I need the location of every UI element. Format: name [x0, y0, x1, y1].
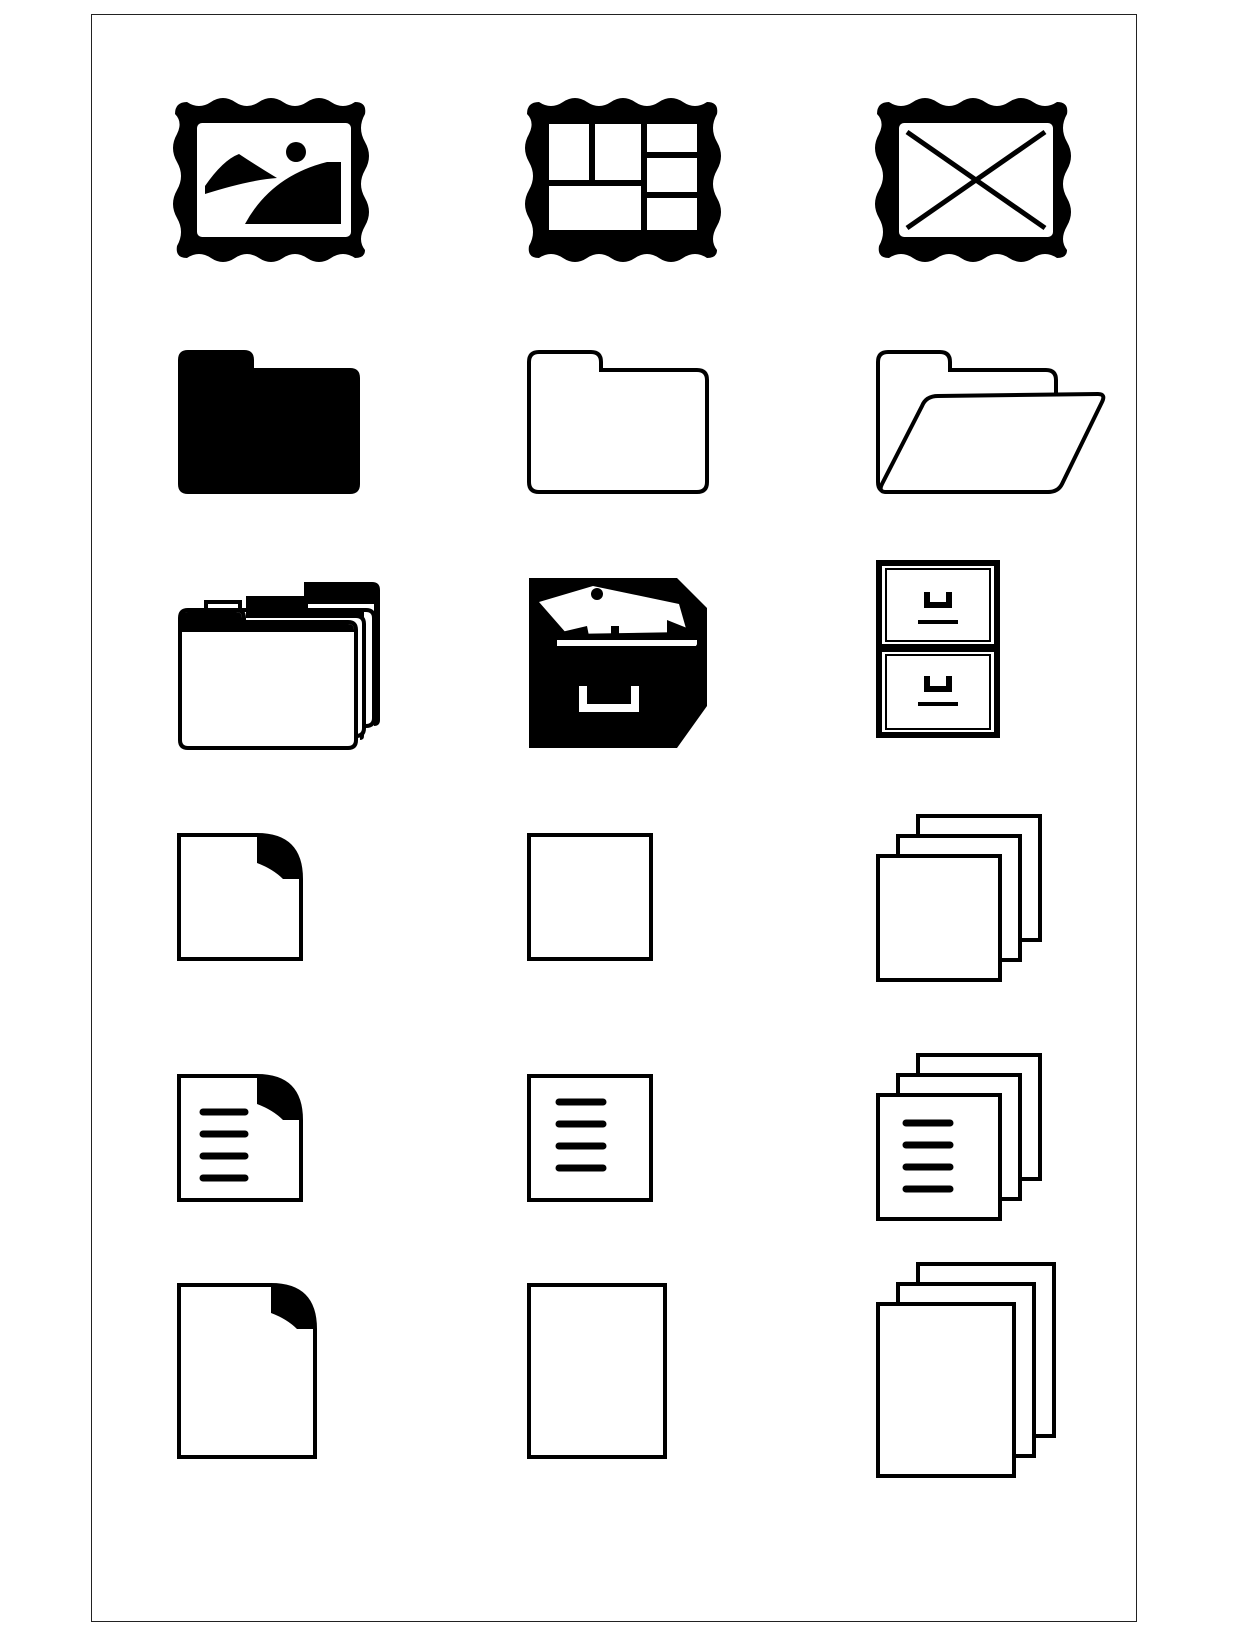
picture-frame-empty-icon	[875, 98, 1071, 262]
documents-stack-icon	[876, 814, 1042, 982]
folder-filled-icon	[178, 350, 360, 494]
folder-outline-icon	[527, 350, 709, 494]
documents-text-stack-icon	[876, 1053, 1042, 1221]
picture-frame-landscape-icon	[173, 98, 369, 262]
file-cabinet-icon	[876, 560, 1000, 738]
card-file-box-icon	[529, 578, 707, 748]
pages-tall-stack-icon	[876, 1262, 1056, 1478]
folders-stack-icon	[178, 582, 380, 750]
document-blank-icon	[527, 833, 653, 961]
document-page-curl-icon	[177, 833, 303, 961]
folder-open-icon	[876, 350, 1106, 494]
picture-frame-grid-icon	[525, 98, 721, 262]
document-text-curl-icon	[177, 1074, 303, 1202]
page-tall-blank-icon	[527, 1283, 667, 1459]
document-text-icon	[527, 1074, 653, 1202]
page-tall-curl-icon	[177, 1283, 317, 1459]
